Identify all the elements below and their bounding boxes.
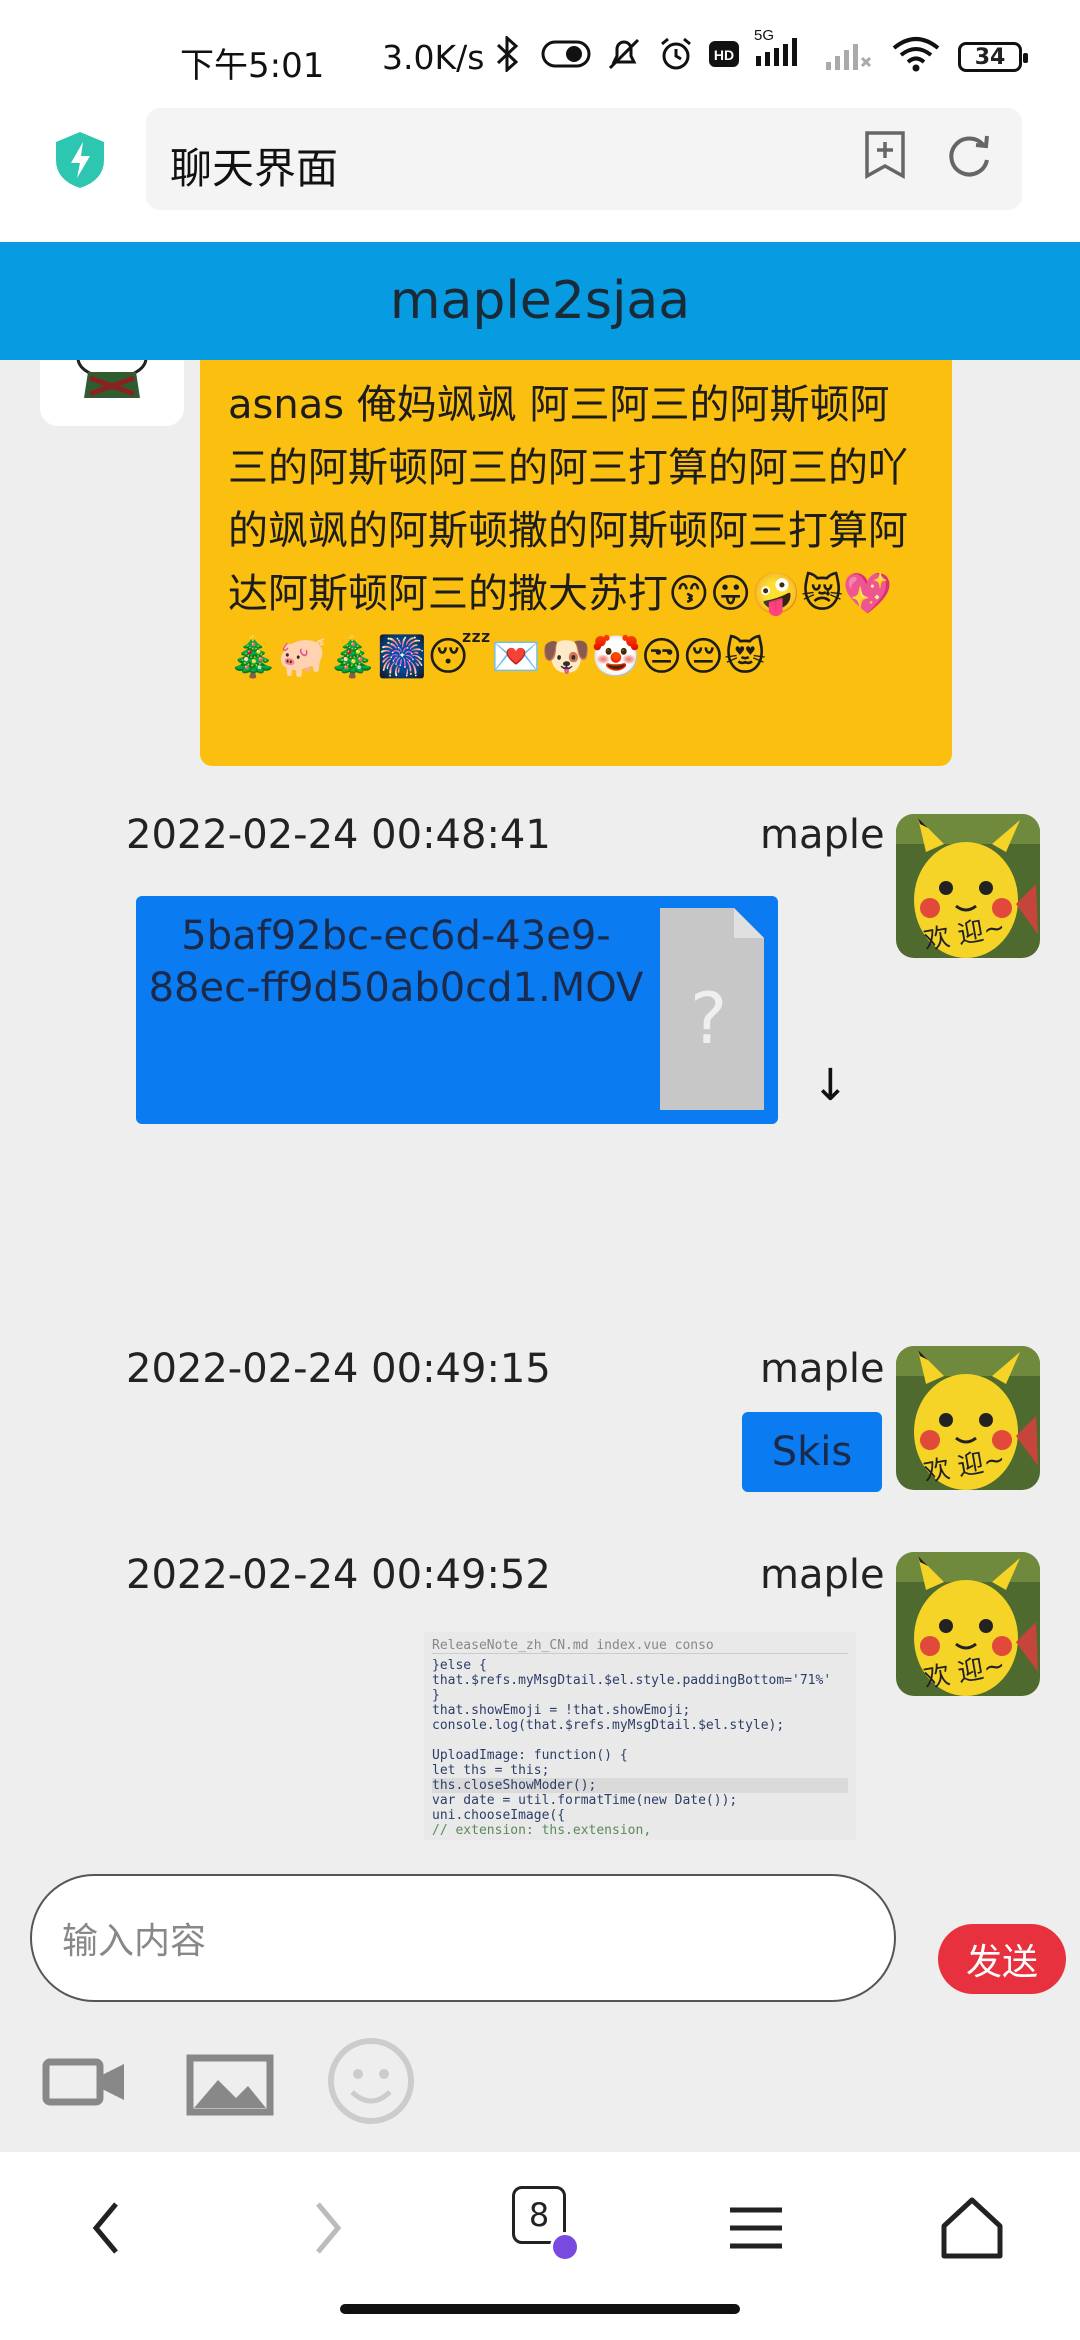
user-avatar[interactable]: 欢 迎~ — [896, 1346, 1040, 1490]
message-timestamp: 2022-02-24 00:49:52 — [126, 1552, 551, 1598]
code-line: } — [432, 1688, 440, 1703]
home-indicator[interactable] — [340, 2304, 740, 2314]
bluetooth-icon — [494, 36, 522, 72]
sent-text-bubble[interactable]: Skis — [742, 1412, 882, 1492]
status-time: 下午5:01 — [180, 46, 325, 86]
code-line: uni.chooseImage({ — [432, 1808, 566, 1823]
message-username: maple — [760, 1346, 885, 1392]
signal-no-service-icon — [822, 36, 874, 72]
code-line: ths.closeShowModer(); — [432, 1778, 848, 1793]
wifi-icon — [890, 36, 942, 72]
code-line: var date = util.formatTime(new Date()); — [432, 1793, 738, 1808]
received-text-bubble[interactable]: asnas 俺妈飒飒 阿三阿三的阿斯顿阿三的阿斯顿阿三的阿三打算的阿三的吖的飒飒… — [200, 360, 952, 766]
user-avatar[interactable]: 欢 迎~ — [896, 814, 1040, 958]
mute-bell-icon — [606, 36, 642, 72]
code-line: console.log(that.$refs.myMsgDtail.$el.st… — [432, 1718, 785, 1733]
chat-title-bar: maple2sjaa — [0, 242, 1080, 360]
file-message-bubble[interactable]: 5baf92bc-ec6d-43e9-88ec-ff9d50ab0cd1.MOV… — [136, 896, 778, 1124]
back-icon[interactable] — [68, 2188, 148, 2268]
code-line: that.showEmoji = !that.showEmoji; — [432, 1703, 691, 1718]
code-line: UploadImage: function() { — [432, 1748, 628, 1763]
add-bookmark-icon[interactable] — [862, 130, 912, 180]
menu-icon[interactable] — [716, 2188, 796, 2268]
status-bar: 下午5:01 3.0K/s HD 5G 34 — [0, 0, 1080, 100]
code-line: that.$refs.myMsgDtail.$el.style.paddingB… — [432, 1673, 832, 1688]
code-line: ReleaseNote_zh_CN.md index.vue conso — [432, 1638, 848, 1654]
alarm-icon — [658, 36, 694, 72]
chat-message-list[interactable]: asnas 俺妈飒飒 阿三阿三的阿斯顿阿三的阿斯顿阿三的阿三打算的阿三的吖的飒飒… — [0, 360, 1080, 1840]
incognito-badge-icon — [550, 2232, 580, 2262]
download-icon[interactable]: ↓ — [812, 1060, 849, 1111]
send-button[interactable]: 发送 — [938, 1924, 1066, 1994]
message-timestamp: 2022-02-24 00:49:15 — [126, 1346, 551, 1392]
image-icon[interactable] — [184, 2036, 274, 2126]
image-message[interactable]: ReleaseNote_zh_CN.md index.vue conso }el… — [424, 1632, 856, 1840]
code-line: let ths = this; — [432, 1763, 550, 1778]
message-composer: 输入内容 发送 — [0, 1840, 1080, 2152]
chat-title: maple2sjaa — [389, 271, 691, 331]
code-line: // extension: ths.extension, — [432, 1823, 652, 1838]
network-type-label: 5G — [754, 27, 774, 44]
vibrate-icon — [540, 36, 592, 72]
hd-icon: HD — [708, 36, 740, 72]
security-shield-icon[interactable] — [52, 130, 108, 190]
forward-icon[interactable] — [286, 2188, 366, 2268]
home-icon[interactable] — [932, 2188, 1012, 2268]
message-timestamp: 2022-02-24 00:48:41 — [126, 812, 551, 858]
message-username: maple — [760, 812, 885, 858]
sender-avatar[interactable] — [40, 360, 184, 426]
unknown-file-icon: ? — [660, 908, 764, 1110]
signal-5g-icon: 5G — [752, 27, 818, 66]
page-title-url[interactable]: 聊天界面 — [170, 135, 338, 196]
file-name: 5baf92bc-ec6d-43e9-88ec-ff9d50ab0cd1.MOV — [148, 913, 644, 1011]
user-avatar[interactable]: 欢 迎~ — [896, 1552, 1040, 1696]
code-line: }else { — [432, 1658, 487, 1673]
emoji-icon[interactable] — [326, 2036, 416, 2126]
video-icon[interactable] — [40, 2036, 130, 2126]
svg-text:HD: HD — [714, 47, 734, 63]
message-username: maple — [760, 1552, 885, 1598]
battery-icon: 34 — [958, 42, 1028, 72]
network-speed: 3.0K/s — [382, 38, 485, 77]
refresh-icon[interactable] — [944, 130, 994, 180]
message-input[interactable]: 输入内容 — [30, 1874, 896, 2002]
